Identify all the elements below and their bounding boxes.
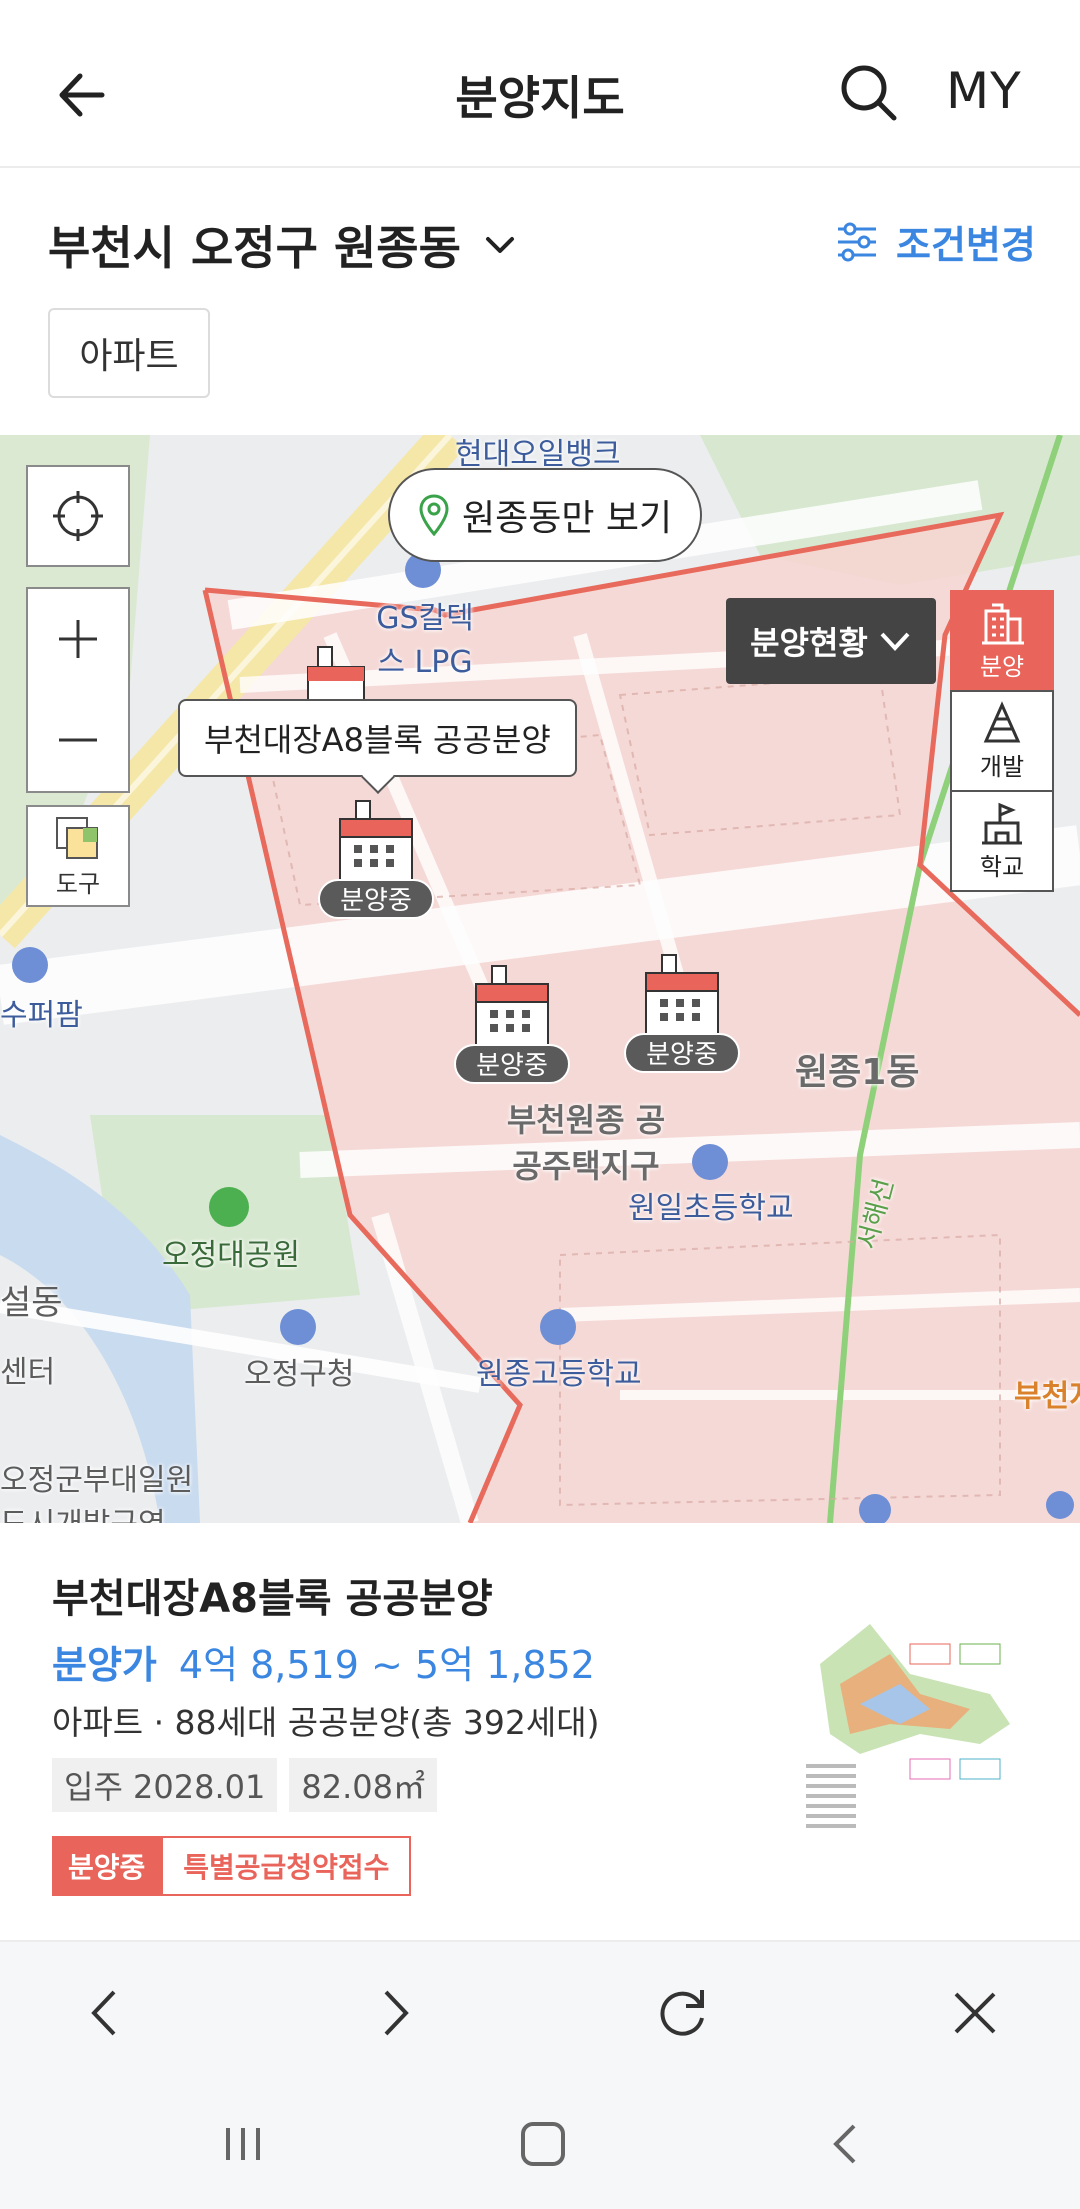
map-label-wonjong-district: 부천원종 공공주택지구	[506, 1101, 666, 1185]
building-icon	[982, 603, 1024, 644]
filter-button[interactable]: 조건변경	[836, 214, 1036, 269]
back-icon	[833, 2124, 856, 2164]
site-plan-thumbnail[interactable]	[800, 1614, 1030, 1844]
layers-icon	[56, 816, 98, 859]
search-button[interactable]	[838, 62, 900, 124]
marker-status-badge: 분양중	[624, 1033, 740, 1073]
building-marker-icon	[339, 800, 413, 882]
map-page: 분양지도 MY 부천시 오정구 원종동 조건변경 아파트 현대오일뱅크 GS칼텍…	[0, 0, 1080, 2209]
home-button[interactable]	[508, 2114, 578, 2174]
chevron-down-icon	[485, 237, 514, 253]
layer-development-label: 개발	[979, 752, 1025, 781]
search-icon	[841, 65, 897, 121]
tools-label: 도구	[55, 869, 101, 898]
map-label-ojeong-office: 오정구청	[244, 1357, 355, 1392]
chevron-left-icon	[91, 1990, 116, 2036]
layer-development-button[interactable]: 개발	[950, 690, 1054, 792]
my-button[interactable]: MY	[946, 62, 1022, 120]
zoom-out-button[interactable]	[26, 689, 130, 793]
layer-sale-label: 분양	[979, 652, 1025, 681]
chevron-down-icon	[880, 632, 910, 651]
browser-refresh-button[interactable]	[648, 1978, 718, 2048]
status-dropdown[interactable]: 분양현황	[726, 598, 936, 684]
region-only-label: 원종동만 보기	[462, 498, 673, 539]
browser-toolbar	[0, 1940, 1080, 2080]
browser-back-button[interactable]	[70, 1978, 140, 2048]
map-label-wonjong-high: 원종고등학교	[476, 1357, 642, 1392]
marker-status-badge: 분양중	[318, 879, 434, 919]
map-label-dong-fragment: 설동	[0, 1283, 63, 1323]
map-label-super: 수퍼팜	[0, 998, 83, 1033]
recent-apps-button[interactable]	[208, 2114, 278, 2174]
map-label-bucheon-fragment: 부천지	[1014, 1379, 1080, 1414]
status-tags: 분양중 특별공급청약접수	[52, 1836, 412, 1896]
tools-button[interactable]: 도구	[26, 805, 130, 907]
browser-forward-button[interactable]	[360, 1978, 430, 2048]
recent-apps-icon	[226, 2128, 260, 2160]
map-label-wonjong1: 원종1동	[795, 1052, 920, 1093]
zoom-in-button[interactable]	[26, 587, 130, 691]
map-view[interactable]: 현대오일뱅크 GS칼텍스 LPG 수퍼팜 원종1동 부천원종 공공주택지구 원일…	[0, 435, 1080, 1523]
listing-meta: 입주 2028.01 82.08㎡	[52, 1758, 438, 1812]
price-label: 분양가	[52, 1643, 157, 1687]
page-title: 분양지도	[455, 71, 625, 125]
my-location-button[interactable]	[26, 465, 130, 567]
crosshair-icon	[53, 491, 103, 541]
map-label-ojeong-army: 오정군부대일원 도시개발구역	[0, 1463, 194, 1523]
browser-close-button[interactable]	[940, 1978, 1010, 2048]
location-selector[interactable]: 부천시 오정구 원종동	[48, 212, 517, 278]
close-icon	[954, 1992, 996, 2034]
plus-icon	[59, 620, 97, 658]
minus-icon	[59, 738, 97, 742]
filter-label: 조건변경	[896, 223, 1036, 267]
status-badge: 분양중	[52, 1836, 162, 1896]
system-back-button[interactable]	[812, 2114, 882, 2174]
building-marker[interactable]: 분양중	[624, 949, 740, 1073]
cone-icon	[983, 700, 1021, 742]
area-tag: 82.08㎡	[289, 1758, 438, 1812]
listing-tooltip[interactable]: 부천대장A8블록 공공분양	[178, 699, 577, 777]
move-in-tag: 입주 2028.01	[52, 1758, 278, 1812]
building-marker-icon	[475, 965, 549, 1047]
listing-description: 아파트 · 88세대 공공분양(총 392세대)	[52, 1703, 600, 1742]
home-icon	[521, 2122, 565, 2166]
site-plan-image	[800, 1614, 1030, 1844]
app-header: 분양지도 MY	[0, 0, 1080, 168]
map-pin-icon	[419, 494, 449, 536]
price-value: 4억 8,519 ~ 5억 1,852	[178, 1643, 595, 1687]
school-icon	[982, 802, 1022, 844]
status-detail-badge: 특별공급청약접수	[161, 1836, 412, 1896]
location-label: 부천시 오정구 원종동	[48, 221, 461, 275]
layer-sale-button[interactable]: 분양	[950, 590, 1054, 692]
price-row: 분양가 4억 8,519 ~ 5억 1,852	[52, 1634, 595, 1689]
status-dropdown-label: 분양현황	[750, 624, 868, 662]
building-marker[interactable]: 분양중	[454, 960, 570, 1084]
region-only-button[interactable]: 원종동만 보기	[388, 468, 703, 562]
sliders-icon	[838, 222, 876, 261]
map-label-center-fragment: 센터	[0, 1355, 56, 1390]
apartment-chip[interactable]: 아파트	[48, 308, 210, 398]
marker-status-badge: 분양중	[454, 1044, 570, 1084]
layer-school-label: 학교	[979, 852, 1025, 881]
system-navigation-bar	[0, 2080, 1080, 2209]
chevron-right-icon	[384, 1990, 409, 2036]
building-marker[interactable]: 분양중	[318, 795, 434, 919]
listing-title[interactable]: 부천대장A8블록 공공분양	[52, 1566, 493, 1624]
refresh-icon	[660, 1990, 704, 2036]
map-label-wonil-school: 원일초등학교	[628, 1191, 794, 1226]
map-label-ojeong-park: 오정대공원	[162, 1238, 300, 1273]
building-marker-icon	[645, 954, 719, 1036]
layer-school-button[interactable]: 학교	[950, 790, 1054, 892]
